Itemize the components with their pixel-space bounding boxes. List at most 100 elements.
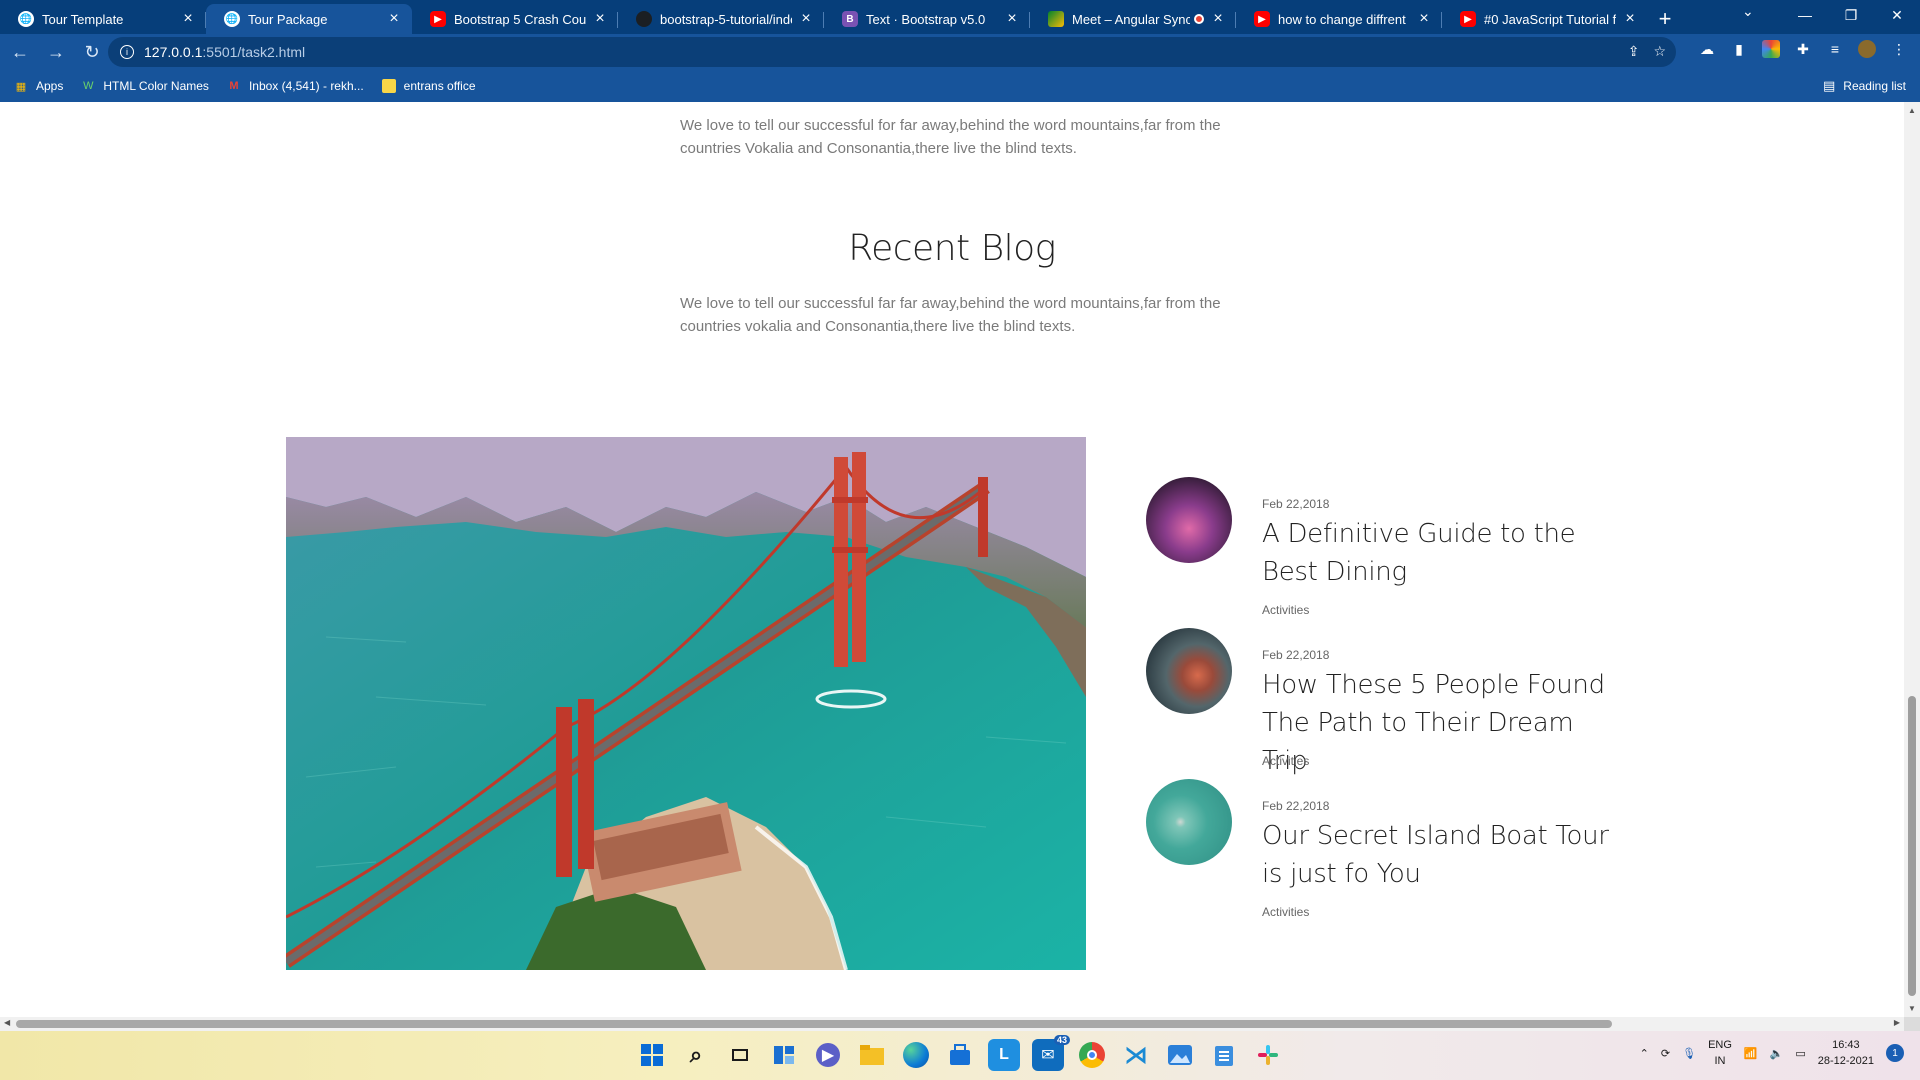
cloud-extension-icon[interactable]: ☁ <box>1698 40 1716 58</box>
restore-icon[interactable]: ❐ <box>1828 0 1874 30</box>
forward-arrow-icon[interactable]: → <box>40 36 72 68</box>
blog-post-item[interactable]: Feb 22,2018 How These 5 People Found The… <box>1146 628 1626 778</box>
app-l-icon[interactable]: L <box>988 1039 1020 1071</box>
store-icon[interactable] <box>944 1039 976 1071</box>
browser-tab[interactable]: bootstrap-5-tutorial/index × <box>618 4 824 34</box>
vscode-icon[interactable]: ⋊ <box>1120 1039 1152 1071</box>
profile-avatar[interactable] <box>1858 40 1876 58</box>
sync-icon[interactable]: ⟳ <box>1661 1047 1670 1060</box>
notepad-icon[interactable] <box>1208 1039 1240 1071</box>
menu-kebab-icon[interactable]: ⋮ <box>1890 40 1908 58</box>
close-tab-icon[interactable]: × <box>1004 10 1020 28</box>
reading-list-button[interactable]: ▤ Reading list <box>1823 78 1906 94</box>
site-info-icon[interactable]: i <box>120 45 134 59</box>
slack-icon[interactable] <box>1252 1039 1284 1071</box>
chrome-icon[interactable] <box>1079 1042 1105 1068</box>
bookmark-star-icon[interactable]: ☆ <box>1653 43 1666 60</box>
search-icon[interactable]: ⌕ <box>680 1039 712 1071</box>
bookmark-gmail-inbox[interactable]: M Inbox (4,541) - rekh... <box>227 79 363 93</box>
close-tab-icon[interactable]: × <box>1622 10 1638 28</box>
blog-thumbnail-boat[interactable] <box>1146 779 1232 865</box>
blog-title-link[interactable]: Our Secret Island Boat Tour is just fo Y… <box>1262 817 1622 893</box>
hero-image[interactable] <box>286 437 1086 970</box>
bookmark-apps[interactable]: ▦ Apps <box>14 79 64 93</box>
vertical-scroll-thumb[interactable] <box>1908 696 1916 996</box>
task-view-icon[interactable] <box>724 1039 756 1071</box>
address-bar[interactable]: i 127.0.0.1:5501/task2.html ⇪ ☆ <box>108 37 1676 67</box>
blog-title-link[interactable]: A Definitive Guide to the Best Dining <box>1262 515 1622 591</box>
youtube-icon: ▶ <box>430 11 446 27</box>
tab-title: Tour Template <box>42 11 124 27</box>
windows-start-icon[interactable] <box>636 1039 668 1071</box>
intro-paragraph: We love to tell our successful for far a… <box>680 117 1221 157</box>
blog-thumbnail-traveler[interactable] <box>1146 628 1232 714</box>
photos-icon[interactable] <box>1164 1039 1196 1071</box>
browser-tab[interactable]: ▶ #0 JavaScript Tutorial for B × <box>1442 4 1648 34</box>
blog-post-item[interactable]: Feb 22,2018 Our Secret Island Boat Tour … <box>1146 779 1626 929</box>
blog-category-link[interactable]: Activities <box>1262 603 1309 617</box>
back-arrow-icon[interactable]: ← <box>4 36 36 68</box>
clock[interactable]: 16:43 28-12-2021 <box>1818 1037 1874 1069</box>
scroll-up-arrow-icon[interactable]: ▲ <box>1908 106 1916 115</box>
browser-tab[interactable]: ▶ Bootstrap 5 Crash Course × <box>412 4 618 34</box>
close-tab-icon[interactable]: × <box>592 10 608 28</box>
volume-icon[interactable]: 🔈 <box>1770 1047 1784 1060</box>
tab-title: how to change diffrent h <box>1278 11 1410 27</box>
scroll-left-arrow-icon[interactable]: ◀ <box>4 1018 10 1027</box>
horizontal-scrollbar[interactable]: ◀ ▶ <box>0 1017 1904 1031</box>
bookmark-html-color-names[interactable]: W HTML Color Names <box>81 79 209 93</box>
page-viewport: We love to tell our successful for far a… <box>0 102 1904 1017</box>
reload-icon[interactable]: ↻ <box>76 36 108 68</box>
mail-badge: 43 <box>1053 1035 1070 1045</box>
microphone-icon[interactable]: 🎙 <box>1682 1047 1696 1060</box>
reading-list-label: Reading list <box>1843 79 1906 93</box>
chevron-up-icon[interactable]: ⌃ <box>1640 1047 1649 1060</box>
horizontal-scroll-thumb[interactable] <box>16 1020 1612 1028</box>
gmail-icon: M <box>229 80 239 92</box>
tab-search-chevron-icon[interactable]: ⌄ <box>1742 3 1754 20</box>
blog-title-link[interactable]: How These 5 People Found The Path to The… <box>1262 666 1622 780</box>
extensions-puzzle-icon[interactable]: ✚ <box>1794 40 1812 58</box>
vertical-scrollbar[interactable]: ▲ ▼ <box>1904 102 1920 1017</box>
browser-tab[interactable]: 🌐 Tour Template × <box>0 4 206 34</box>
browser-tab[interactable]: ▶ how to change diffrent h × <box>1236 4 1442 34</box>
tab-title: Meet – Angular Sync u <box>1072 11 1190 27</box>
blog-category-link[interactable]: Activities <box>1262 754 1309 768</box>
media-control-icon[interactable]: ≡ <box>1826 40 1844 58</box>
close-window-icon[interactable]: ✕ <box>1874 0 1920 30</box>
browser-tab-active[interactable]: 🌐 Tour Package × <box>206 4 412 34</box>
close-tab-icon[interactable]: × <box>1416 10 1432 28</box>
blog-thumbnail-venice-canal[interactable] <box>1146 477 1232 563</box>
close-tab-icon[interactable]: × <box>1210 10 1226 28</box>
address-host: 127.0.0.1 <box>144 44 203 60</box>
browser-tab[interactable]: Meet – Angular Sync u × <box>1030 4 1236 34</box>
teams-chat-icon[interactable]: ▶ <box>816 1043 840 1067</box>
minimize-icon[interactable]: — <box>1782 0 1828 30</box>
notification-badge[interactable]: 1 <box>1886 1044 1904 1062</box>
file-explorer-icon[interactable] <box>856 1039 888 1071</box>
bookmark-entrans-office[interactable]: entrans office <box>381 79 476 93</box>
widgets-icon[interactable] <box>768 1039 800 1071</box>
extension-pin-icon[interactable]: ▮ <box>1730 40 1748 58</box>
tab-title: Bootstrap 5 Crash Course <box>454 11 586 27</box>
battery-icon[interactable]: ▭ <box>1795 1047 1805 1060</box>
blog-post-item[interactable]: Feb 22,2018 A Definitive Guide to the Be… <box>1146 477 1626 627</box>
blog-category-link[interactable]: Activities <box>1262 905 1309 919</box>
edge-icon[interactable] <box>903 1042 929 1068</box>
close-tab-icon[interactable]: × <box>180 10 196 28</box>
wifi-icon[interactable]: 📶 <box>1744 1047 1758 1060</box>
scroll-down-arrow-icon[interactable]: ▼ <box>1908 1004 1916 1013</box>
language-indicator[interactable]: ENG IN <box>1708 1037 1732 1069</box>
close-tab-icon[interactable]: × <box>798 10 814 28</box>
github-icon <box>636 11 652 27</box>
close-tab-icon[interactable]: × <box>386 10 402 28</box>
tab-title: Text · Bootstrap v5.0 <box>866 11 986 27</box>
scroll-right-arrow-icon[interactable]: ▶ <box>1894 1018 1900 1027</box>
browser-tab[interactable]: B Text · Bootstrap v5.0 × <box>824 4 1030 34</box>
new-tab-button[interactable]: + <box>1648 4 1682 34</box>
folder-icon <box>381 79 396 93</box>
share-icon[interactable]: ⇪ <box>1628 43 1640 60</box>
scrollbar-corner <box>1904 1017 1920 1031</box>
colorful-extension-icon[interactable] <box>1762 40 1780 58</box>
mail-icon[interactable]: ✉ 43 <box>1032 1035 1070 1071</box>
